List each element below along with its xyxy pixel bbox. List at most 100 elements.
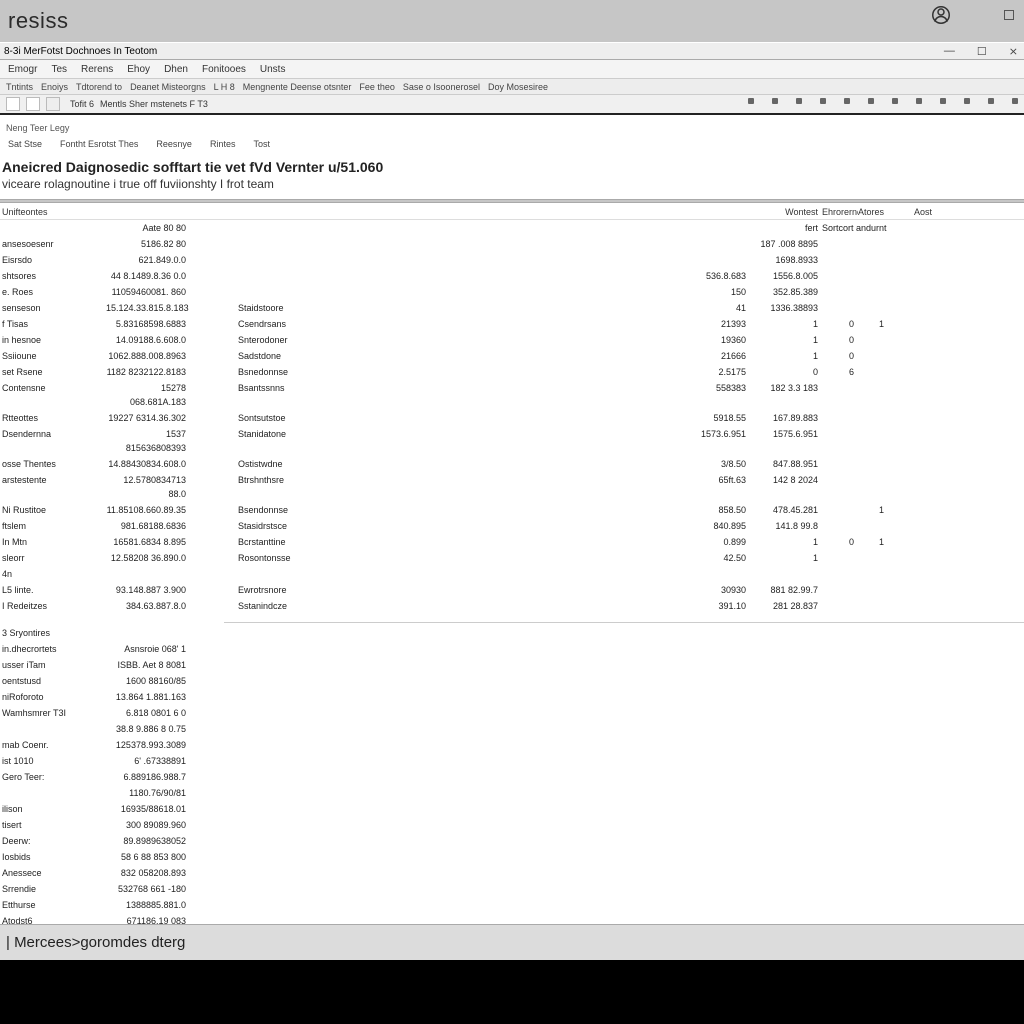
tab[interactable]: Doy Mosesiree (488, 82, 548, 92)
cell: 536.8.683 (264, 269, 750, 283)
table-row[interactable]: 4n (0, 566, 1024, 582)
table-row[interactable]: Ssiioune1062.888.008.8963Sadstdone216661… (0, 348, 1024, 364)
toolbar-icon[interactable] (1012, 98, 1018, 104)
table-row[interactable]: 38.8 9.886 8 0.75 (0, 721, 1024, 737)
column-header[interactable]: Unifteontes (2, 207, 106, 217)
table-row[interactable]: set Rsene1182 8232122.8183Bsnedonnse2.51… (0, 364, 1024, 380)
table-row[interactable]: senseson15.124.33.815.8.183Staidstoore41… (0, 300, 1024, 316)
menu-item[interactable]: Tes (51, 64, 67, 75)
table-row[interactable]: in hesnoe14.09188.6.608.0Snterodoner1936… (0, 332, 1024, 348)
table-row[interactable]: in.dhecrortetsAsnsroie 068' 1 (0, 641, 1024, 657)
sub-tab[interactable]: Fontht Esrotst Thes (60, 139, 138, 149)
table-row[interactable]: I Redeitzes384.63.887.8.0Sstanindcze391.… (0, 598, 1024, 614)
column-header[interactable]: Aost (888, 207, 936, 217)
minimize-icon[interactable]: — (944, 45, 955, 58)
column-header[interactable] (106, 207, 190, 217)
cell (822, 253, 858, 267)
column-header[interactable]: Ehrorernert (822, 207, 858, 217)
table-total-row: Aate 80 80 fert Sortcort andurnt (0, 220, 1024, 236)
toolbar-icon[interactable] (964, 98, 970, 104)
sub-tab[interactable]: Reesnye (156, 139, 192, 149)
table-row[interactable]: 1180.76/90/81 (0, 785, 1024, 801)
table-row[interactable]: f Tisas5.83168598.6883Csendrsans21393101 (0, 316, 1024, 332)
menu-item[interactable]: Emogr (8, 64, 37, 75)
table-row[interactable]: Etthurse1388885.881.0 (0, 897, 1024, 913)
tab[interactable]: Enoiys (41, 82, 68, 92)
sub-tab[interactable]: Sat Stse (8, 139, 42, 149)
table-row[interactable]: L5 linte.93.148.887 3.900Ewrotrsnore3093… (0, 582, 1024, 598)
table-row[interactable]: Srrendie532768 661 -180 (0, 881, 1024, 897)
table-row[interactable]: arstestente12.5780834713 88.0Btrshnthsre… (0, 472, 1024, 502)
table-row[interactable]: osse Thentes14.88430834.608.0Ostistwdne3… (0, 456, 1024, 472)
cell: Sortcort andurnt (822, 221, 930, 235)
tab[interactable]: Deanet Misteorgns (130, 82, 206, 92)
table-row[interactable]: oentstusd1600 88160/85 (0, 673, 1024, 689)
toolbar-icon[interactable] (868, 98, 874, 104)
menu-item[interactable]: Dhen (164, 64, 188, 75)
table-row[interactable]: usser iTamISBB. Aet 8 8081 (0, 657, 1024, 673)
cell: arstestente (2, 473, 106, 501)
sub-tab[interactable]: Tost (253, 139, 270, 149)
user-icon[interactable] (932, 6, 950, 24)
tab[interactable]: Sase o Isoonerosel (403, 82, 480, 92)
table-row[interactable]: Gero Teer:6.889186.988.7 (0, 769, 1024, 785)
column-header[interactable]: Atores (858, 207, 888, 217)
table-row[interactable]: tisert300 89089.960 (0, 817, 1024, 833)
table-row[interactable]: Dsendernna1537 815636808393Stanidatone15… (0, 426, 1024, 456)
table-row[interactable]: mab Coenr.125378.993.3089 (0, 737, 1024, 753)
menu-item[interactable]: Unsts (260, 64, 286, 75)
table-row[interactable]: sleorr12.58208 36.890.0Rosontonsse42.501 (0, 550, 1024, 566)
table-row[interactable]: ist 10106' .67338891 (0, 753, 1024, 769)
table-row[interactable]: Atodst6671186.19 083 (0, 913, 1024, 924)
table-row[interactable]: shtsores44 8.1489.8.36 0.0536.8.6831556.… (0, 268, 1024, 284)
table-row[interactable]: ftslem981.68188.6836Stasidrstsce840.8951… (0, 518, 1024, 534)
menu-item[interactable]: Rerens (81, 64, 113, 75)
table-row[interactable]: Anessece832 058208.893 (0, 865, 1024, 881)
column-header[interactable] (190, 207, 264, 217)
tab-bar: Tntints Enoiys Tdtorend to Deanet Misteo… (0, 78, 1024, 95)
menu-item[interactable]: Ehoy (127, 64, 150, 75)
toolbar-icon[interactable] (916, 98, 922, 104)
tab[interactable]: Tdtorend to (76, 82, 122, 92)
toolbar-button[interactable] (26, 97, 40, 111)
table-row[interactable]: niRoforoto13.864 1.881.163 (0, 689, 1024, 705)
table-row[interactable]: Wamhsmrer T3I6.818 0801 6 0 (0, 705, 1024, 721)
table-row[interactable]: ilison16935/88618.01 (0, 801, 1024, 817)
table-row[interactable]: ansesoesenr5186.82 80187 .008 8895 (0, 236, 1024, 252)
toolbar-icon[interactable] (988, 98, 994, 104)
toolbar-icon[interactable] (940, 98, 946, 104)
cell (888, 473, 936, 501)
column-header[interactable]: Wontest (750, 207, 822, 217)
toolbar-button[interactable] (6, 97, 20, 111)
table-row[interactable]: e. Roes11059460081. 860150352.85.389 (0, 284, 1024, 300)
table-row[interactable]: In Mtn16581.6834 8.895Bcrstanttine0.8991… (0, 534, 1024, 550)
tab[interactable]: Mengnente Deense otsnter (243, 82, 352, 92)
table-row[interactable]: Rtteottes19227 6314.36.302Sontsutstoe591… (0, 410, 1024, 426)
toolbar-icon[interactable] (796, 98, 802, 104)
window-control-icon[interactable] (1004, 10, 1014, 20)
cell: 671186.19 083 (106, 914, 190, 924)
tab[interactable]: Fee theo (359, 82, 395, 92)
cell: Stanidatone (190, 427, 264, 455)
table-row[interactable]: Contensne15278 068.681A.183Bsantssnns558… (0, 380, 1024, 410)
toolbar-icon[interactable] (844, 98, 850, 104)
toolbar-icon[interactable] (772, 98, 778, 104)
toolbar-icon[interactable] (820, 98, 826, 104)
toolbar-icon[interactable] (748, 98, 754, 104)
table-row[interactable]: Ni Rustitoe11.85108.660.89.35Bsendonnse8… (0, 502, 1024, 518)
table-row[interactable]: Deerw:89.8989638052 (0, 833, 1024, 849)
table-row[interactable]: Iosbids58 6 88 853 800 (0, 849, 1024, 865)
close-icon[interactable]: ⨯ (1009, 45, 1018, 58)
menu-item[interactable]: Fonitooes (202, 64, 246, 75)
cell (888, 365, 936, 379)
tab[interactable]: Tntints (6, 82, 33, 92)
sub-tab[interactable]: Rintes (210, 139, 236, 149)
cell (888, 551, 936, 565)
table-row[interactable]: Eisrsdo621.849.0.01698.8933 (0, 252, 1024, 268)
column-header[interactable] (264, 207, 750, 217)
toolbar-button[interactable] (46, 97, 60, 111)
cell: 4n (2, 567, 106, 581)
tab[interactable]: L H 8 (214, 82, 235, 92)
maximize-icon[interactable]: ☐ (977, 45, 987, 58)
toolbar-icon[interactable] (892, 98, 898, 104)
